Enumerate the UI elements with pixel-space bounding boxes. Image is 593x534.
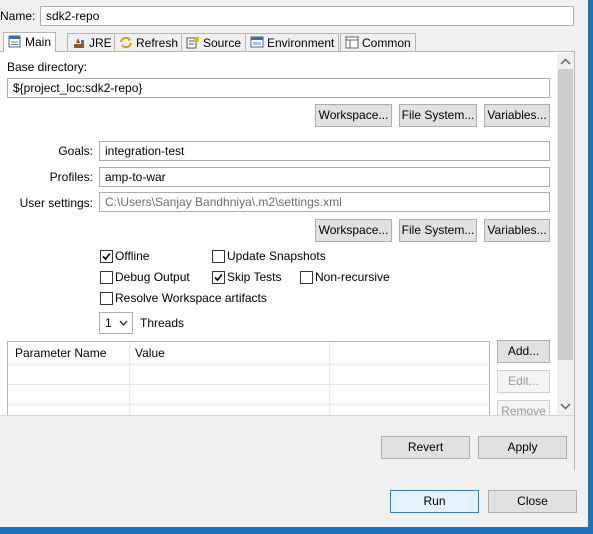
- tab-refresh[interactable]: Refresh: [114, 33, 184, 51]
- goals-field[interactable]: integration-test: [99, 141, 550, 161]
- tab-main[interactable]: Main: [3, 32, 57, 52]
- scroll-down-icon[interactable]: [557, 399, 574, 413]
- environment-tab-icon: [250, 36, 264, 49]
- checkmark-icon: [214, 273, 223, 282]
- chevron-down-icon: [119, 320, 128, 326]
- tab-environment[interactable]: Environment: [245, 33, 340, 51]
- window-bottom-border: [0, 527, 593, 534]
- settings-filesystem-button[interactable]: File System...: [399, 219, 477, 242]
- edit-parameter-button[interactable]: Edit...: [497, 370, 550, 393]
- offline-checkbox[interactable]: [100, 250, 113, 263]
- add-parameter-button[interactable]: Add...: [497, 340, 550, 363]
- revert-button[interactable]: Revert: [381, 436, 470, 459]
- tab-jre[interactable]: JRE: [67, 33, 117, 51]
- name-field[interactable]: sdk2-repo: [40, 6, 574, 26]
- scrollbar-thumb[interactable]: [558, 69, 573, 360]
- row-divider: [8, 384, 489, 385]
- tab-source[interactable]: Source: [181, 33, 247, 51]
- checkmark-icon: [102, 252, 111, 261]
- skip-tests-checkbox[interactable]: [212, 271, 225, 284]
- tab-source-label: Source: [203, 36, 242, 50]
- base-variables-button[interactable]: Variables...: [484, 104, 550, 127]
- debug-output-label: Debug Output: [115, 270, 190, 284]
- non-recursive-checkbox[interactable]: [300, 271, 313, 284]
- tab-main-label: Main: [25, 35, 52, 49]
- update-snapshots-label: Update Snapshots: [227, 249, 326, 263]
- column-header-parameter-name[interactable]: Parameter Name: [15, 346, 106, 360]
- vertical-scrollbar[interactable]: [557, 53, 574, 415]
- threads-label: Threads: [140, 316, 185, 330]
- resolve-workspace-checkbox[interactable]: [100, 292, 113, 305]
- tab-common[interactable]: Common: [340, 33, 416, 51]
- user-settings-field[interactable]: C:\Users\Sanjay Bandhniya\.m2\settings.x…: [99, 192, 550, 212]
- remove-parameter-button[interactable]: Remove: [497, 400, 550, 415]
- tab-refresh-label: Refresh: [136, 36, 179, 50]
- update-snapshots-checkbox[interactable]: [212, 250, 225, 263]
- row-divider: [8, 404, 489, 405]
- jre-tab-icon: [72, 36, 86, 49]
- non-recursive-label: Non-recursive: [315, 270, 390, 284]
- table-header: Parameter Name Value: [8, 342, 489, 365]
- settings-variables-button[interactable]: Variables...: [484, 219, 550, 242]
- main-tab-icon: [8, 35, 22, 48]
- goals-label: Goals:: [58, 144, 93, 158]
- threads-select-value: 1: [105, 316, 112, 330]
- window-right-border: [588, 0, 593, 534]
- profiles-field[interactable]: amp-to-war: [99, 167, 550, 187]
- tab-common-label: Common: [362, 36, 411, 50]
- tab-jre-label: JRE: [89, 36, 112, 50]
- profiles-label: Profiles:: [49, 170, 93, 184]
- base-workspace-button[interactable]: Workspace...: [315, 104, 392, 127]
- apply-button[interactable]: Apply: [478, 436, 567, 459]
- user-settings-label: User settings:: [19, 196, 93, 210]
- column-header-value[interactable]: Value: [135, 346, 165, 360]
- refresh-tab-icon: [119, 36, 133, 49]
- common-tab-icon: [345, 36, 359, 49]
- run-button[interactable]: Run: [390, 490, 479, 513]
- scroll-up-icon[interactable]: [557, 55, 574, 69]
- close-button[interactable]: Close: [488, 490, 577, 513]
- settings-workspace-button[interactable]: Workspace...: [315, 219, 392, 242]
- tab-environment-label: Environment: [267, 36, 335, 50]
- resolve-workspace-label: Resolve Workspace artifacts: [115, 291, 267, 305]
- base-filesystem-button[interactable]: File System...: [399, 104, 477, 127]
- debug-output-checkbox[interactable]: [100, 271, 113, 284]
- threads-select[interactable]: 1: [99, 312, 133, 334]
- base-directory-label: Base directory:: [7, 60, 88, 74]
- base-directory-field[interactable]: ${project_loc:sdk2-repo}: [7, 78, 550, 98]
- offline-label: Offline: [115, 249, 150, 263]
- remove-parameter-clip: Remove: [497, 400, 550, 415]
- skip-tests-label: Skip Tests: [227, 270, 282, 284]
- name-label: Name:: [0, 9, 36, 23]
- source-tab-icon: [186, 36, 200, 49]
- parameters-table[interactable]: Parameter Name Value: [7, 341, 490, 415]
